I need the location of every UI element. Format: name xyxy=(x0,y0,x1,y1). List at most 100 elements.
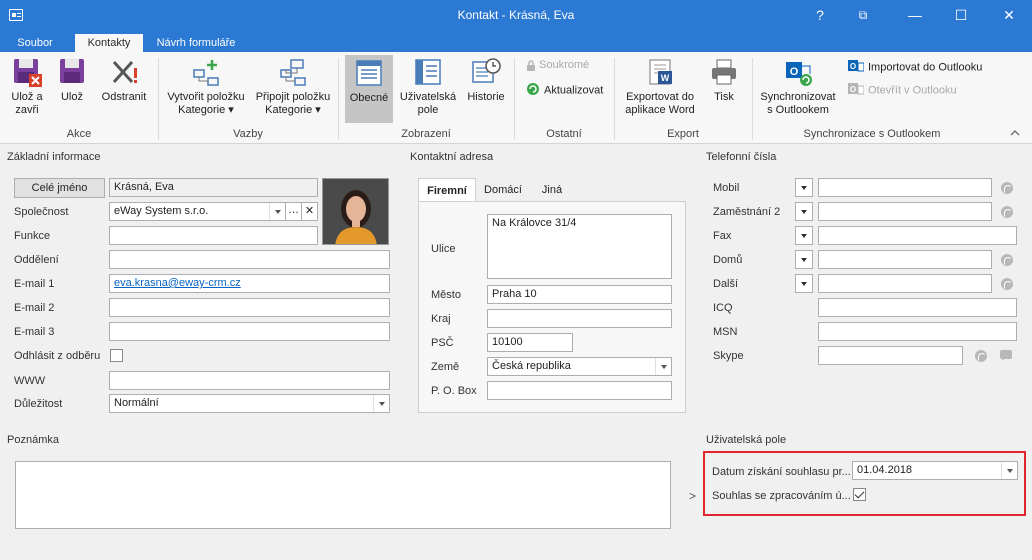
create-item-label-1: Vytvořit položku xyxy=(167,91,245,103)
phone-call-icon[interactable] xyxy=(1001,206,1013,218)
fax-type-dropdown[interactable] xyxy=(795,226,813,245)
home-field[interactable] xyxy=(818,250,992,269)
email3-field[interactable] xyxy=(109,322,390,341)
contact-photo[interactable] xyxy=(322,178,389,245)
close-button[interactable]: ✕ xyxy=(986,0,1032,30)
delete-button[interactable]: Odstranit xyxy=(98,56,150,104)
phone-call-icon[interactable] xyxy=(1001,182,1013,194)
tab-firemni[interactable]: Firemní xyxy=(418,178,476,203)
full-name-field[interactable]: Krásná, Eva xyxy=(109,178,318,197)
group-label-vazby: Vazby xyxy=(233,128,263,140)
tab-jina[interactable]: Jiná xyxy=(532,178,572,202)
consent-processing-label: Souhlas se zpracováním ú... xyxy=(712,490,851,502)
expand-user-fields-icon[interactable]: > xyxy=(689,489,696,503)
export-word-label-2: aplikace Word xyxy=(625,104,695,116)
history-view-button[interactable]: Historie xyxy=(463,56,509,104)
save-and-close-button[interactable]: Ulož a zavři xyxy=(6,56,48,117)
fax-field[interactable] xyxy=(818,226,1017,245)
country-select[interactable]: Česká republika xyxy=(487,357,672,376)
general-view-label: Obecné xyxy=(349,92,389,104)
print-button[interactable]: Tisk xyxy=(706,56,742,104)
skype-field[interactable] xyxy=(818,346,963,365)
www-label: WWW xyxy=(14,375,46,387)
attach-item-label-1: Připojit položku xyxy=(255,91,331,103)
work2-type-dropdown[interactable] xyxy=(795,202,813,221)
email1-field[interactable]: eva.krasna@eway-crm.cz xyxy=(109,274,390,293)
importance-dropdown-icon[interactable] xyxy=(373,395,389,412)
tab-domaci[interactable]: Domácí xyxy=(478,178,528,202)
company-field[interactable]: eWay System s.r.o. xyxy=(109,202,286,221)
pobox-field[interactable] xyxy=(487,381,672,400)
phone-call-icon[interactable] xyxy=(1001,254,1013,266)
consent-date-select[interactable]: 01.04.2018 xyxy=(852,461,1018,480)
import-outlook-button[interactable]: O Importovat do Outlooku xyxy=(848,59,982,76)
unsubscribe-checkbox[interactable] xyxy=(110,349,123,362)
svg-text:O: O xyxy=(790,66,799,78)
mobile-type-dropdown[interactable] xyxy=(795,178,813,197)
attach-category-item-button[interactable]: Připojit položku Kategorie ▾ xyxy=(253,56,333,117)
country-label: Země xyxy=(431,361,460,373)
region-field[interactable] xyxy=(487,309,672,328)
collapse-ribbon-icon[interactable] xyxy=(1010,128,1020,138)
note-textarea[interactable] xyxy=(15,461,671,529)
icq-label: ICQ xyxy=(713,302,733,314)
full-name-button[interactable]: Celé jméno xyxy=(14,178,105,198)
tab-soubor[interactable]: Soubor xyxy=(6,34,64,52)
tab-navrh-formulare[interactable]: Návrh formuláře xyxy=(150,34,242,52)
maximize-button[interactable]: ☐ xyxy=(938,0,984,30)
create-category-item-button[interactable]: Vytvořit položku Kategorie ▾ xyxy=(163,56,249,117)
importance-select[interactable]: Normální xyxy=(109,394,390,413)
msn-field[interactable] xyxy=(818,322,1017,341)
www-field[interactable] xyxy=(109,371,390,390)
group-label-export: Export xyxy=(667,128,699,140)
department-field[interactable] xyxy=(109,250,390,269)
mobile-field[interactable] xyxy=(818,178,992,197)
delete-label: Odstranit xyxy=(101,91,147,103)
phones-title: Telefonní čísla xyxy=(706,151,777,163)
company-more-button[interactable]: … xyxy=(285,202,302,221)
save-button[interactable]: Ulož xyxy=(54,56,90,104)
group-label-akce: Akce xyxy=(66,128,92,140)
email2-field[interactable] xyxy=(109,298,390,317)
other-type-dropdown[interactable] xyxy=(795,274,813,293)
street-field[interactable]: Na Královce 31/4 xyxy=(487,214,672,279)
skype-call-icon[interactable] xyxy=(975,350,987,362)
export-word-button[interactable]: W Exportovat do aplikace Word xyxy=(620,56,700,117)
icq-field[interactable] xyxy=(818,298,1017,317)
email1-link[interactable]: eva.krasna@eway-crm.cz xyxy=(114,277,241,289)
function-field[interactable] xyxy=(109,226,318,245)
other-field[interactable] xyxy=(818,274,992,293)
work2-field[interactable] xyxy=(818,202,992,221)
general-view-button[interactable]: Obecné xyxy=(345,55,393,123)
pobox-label: P. O. Box xyxy=(431,385,477,397)
consent-processing-checkbox[interactable] xyxy=(853,488,866,501)
note-title: Poznámka xyxy=(7,434,59,446)
city-label: Město xyxy=(431,289,461,301)
country-value: Česká republika xyxy=(492,360,571,372)
consent-date-dropdown-icon[interactable] xyxy=(1001,462,1017,479)
refresh-button[interactable]: Aktualizovat xyxy=(526,82,603,99)
zip-label: PSČ xyxy=(431,337,454,349)
company-dropdown-icon[interactable] xyxy=(269,203,285,220)
zip-field[interactable]: 10100 xyxy=(487,333,573,352)
company-clear-button[interactable]: ✕ xyxy=(301,202,318,221)
help-button[interactable]: ? xyxy=(797,0,843,30)
user-fields-view-button[interactable]: Uživatelská pole xyxy=(398,56,458,117)
svg-text:O: O xyxy=(850,85,856,94)
country-dropdown-icon[interactable] xyxy=(655,358,671,375)
open-in-outlook-button[interactable]: O Otevřít v Outlooku xyxy=(848,82,957,99)
minimize-button[interactable]: — xyxy=(892,0,938,30)
importance-label: Důležitost xyxy=(14,398,63,410)
city-field[interactable]: Praha 10 xyxy=(487,285,672,304)
user-fields-label-1: Uživatelská xyxy=(399,91,457,103)
private-button[interactable]: Soukromé xyxy=(526,59,589,71)
sync-outlook-button[interactable]: O Synchronizovat s Outlookem xyxy=(758,56,838,117)
printer-icon xyxy=(712,59,736,85)
home-type-dropdown[interactable] xyxy=(795,250,813,269)
email1-label: E-mail 1 xyxy=(14,278,55,290)
restore-ribbon-button[interactable]: ⧉ xyxy=(840,0,886,30)
skype-chat-icon[interactable] xyxy=(1000,350,1012,361)
tab-kontakty[interactable]: Kontakty xyxy=(75,34,143,52)
phone-call-icon[interactable] xyxy=(1001,278,1013,290)
mobile-label: Mobil xyxy=(713,182,740,194)
